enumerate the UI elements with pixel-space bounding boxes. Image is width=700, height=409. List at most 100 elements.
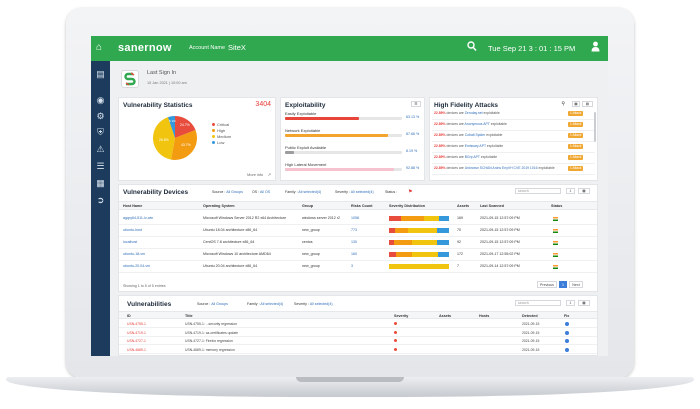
list-icon[interactable]: ☰ <box>95 161 106 172</box>
hfa-link[interactable]: Unknown SCHAN Archs EnyVH CVE 2019 1016 <box>465 166 539 170</box>
os-cell: CentOS 7.8 architecture x86_64 <box>203 240 255 244</box>
vuln-id-link[interactable]: USN-4719-1 <box>127 331 146 335</box>
device-filter[interactable]: OS : All OS <box>252 190 270 194</box>
devices-export-button[interactable]: ⇩ <box>566 188 575 194</box>
hfa-search-icon[interactable]: ⚲ <box>561 101 565 107</box>
status-flag-icon[interactable]: ⚑ <box>408 189 412 195</box>
fix-icon[interactable] <box>565 347 569 352</box>
column-header[interactable]: Status <box>551 204 562 208</box>
settings-icon[interactable]: ⚙ <box>95 111 106 122</box>
external-link-icon[interactable]: ↗ <box>268 172 271 177</box>
host-name-link[interactable]: localhost <box>123 240 137 244</box>
devices-panel: Vulnerability Devices Source : All Group… <box>118 184 598 292</box>
detected-cell: 2021-09-15 <box>522 339 540 343</box>
fix-icon[interactable] <box>565 339 569 343</box>
hfa-link[interactable]: Anonymous APT <box>465 122 491 126</box>
vuln-id-link[interactable]: USN-4755-1 <box>127 322 146 326</box>
hfa-link[interactable]: Cobalt Spider <box>465 133 487 137</box>
exploit-bar <box>285 168 402 171</box>
severity-segment <box>389 252 397 257</box>
account-name[interactable]: SiteX <box>228 43 246 52</box>
hfa-row: 22.89% devices are BGrp APT exploitable <box>434 155 584 162</box>
attack-tag[interactable]: 1 Attack <box>568 166 584 171</box>
view-toggle-button[interactable]: ☰ <box>411 101 421 107</box>
device-filter[interactable]: Severity : All selected(4) <box>335 190 374 194</box>
devices-search-input[interactable]: search <box>515 188 561 194</box>
hfa-scrollbar[interactable] <box>594 112 596 142</box>
report-icon[interactable]: ▦ <box>95 178 106 189</box>
column-header[interactable]: Group <box>302 204 313 208</box>
hfa-view-button[interactable]: ▦ <box>572 101 580 107</box>
vuln-filter[interactable]: Source : All Groups <box>197 302 228 306</box>
eye-icon[interactable]: ◉ <box>95 95 106 106</box>
vuln-filter[interactable]: Family : All selected(4) <box>247 302 283 306</box>
more-info-link[interactable]: More info <box>247 173 263 177</box>
fix-icon[interactable] <box>565 330 569 335</box>
risks-count-link[interactable]: 160 <box>351 252 357 256</box>
risks-count-link[interactable]: 3 <box>351 264 353 268</box>
column-header[interactable]: ID <box>127 314 131 318</box>
device-filter[interactable]: Family : All selected(4) <box>285 190 321 194</box>
column-header[interactable]: Last Scanned <box>480 204 504 208</box>
alert-icon[interactable]: ⚠ <box>95 144 106 155</box>
host-name-link[interactable]: ubuntu-18-vm <box>123 252 145 256</box>
vuln-id-link[interactable]: USN-4689-1 <box>127 348 146 352</box>
sitemap-icon[interactable]: ▤ <box>95 69 106 80</box>
next-page-button[interactable]: Next <box>569 281 583 288</box>
risks-count-link[interactable]: 130 <box>351 240 357 244</box>
device-filter[interactable]: Status : <box>385 190 397 194</box>
column-header[interactable]: Risks Count <box>351 204 373 208</box>
column-header[interactable]: Assets <box>439 314 451 318</box>
column-header[interactable]: Severity <box>394 314 408 318</box>
vuln-id-link[interactable]: USN-4727-1 <box>127 339 146 343</box>
hfa-link[interactable]: BGrp APT <box>465 155 481 159</box>
attack-tag[interactable]: 1 Attack <box>568 111 584 116</box>
logout-icon[interactable]: ➲ <box>95 195 106 206</box>
last-scanned-cell: 2021-09-15 12:57:09 PM <box>480 228 520 232</box>
attack-tag[interactable]: 1 Attack <box>568 144 584 149</box>
prev-page-button[interactable]: Previous <box>537 281 557 288</box>
vuln-filter[interactable]: Severity : All selected(4) <box>294 302 333 306</box>
column-header[interactable]: Severity Distribution <box>389 204 425 208</box>
column-header[interactable]: Operating System <box>203 204 235 208</box>
vuln-stats-total: 3404 <box>255 101 271 108</box>
host-name-link[interactable]: agqry64-511-lv-win <box>123 216 153 220</box>
risks-count-link[interactable]: 773 <box>351 228 357 232</box>
search-icon[interactable] <box>467 41 477 53</box>
home-icon[interactable]: ⌂ <box>96 42 102 53</box>
severity-segment <box>401 216 424 221</box>
vulns-search-input[interactable]: search <box>515 300 561 306</box>
column-header[interactable]: Title <box>185 314 193 318</box>
vulns-export-button[interactable]: ⇩ <box>566 300 575 306</box>
column-header[interactable]: Host Name <box>123 204 142 208</box>
vuln-pie-chart: 24.7% 43.7% 26.5% 5.1% <box>152 115 197 160</box>
hfa-tail: exploitable <box>480 155 498 159</box>
hfa-link[interactable]: Emissary APT <box>465 144 487 148</box>
exploit-pct: 63.13 % <box>406 115 420 119</box>
vuln-title-cell: USN-4755-1: ...security regression <box>185 322 238 326</box>
fix-icon[interactable] <box>565 322 569 326</box>
filter-label: Family : <box>285 190 299 194</box>
shield-icon[interactable]: ⛨ <box>95 127 106 138</box>
column-header[interactable]: Assets <box>457 204 469 208</box>
column-header[interactable]: Fix <box>564 314 569 318</box>
attack-tag[interactable]: 1 Attack <box>568 122 584 127</box>
attack-tag[interactable]: 1 Attack <box>568 155 584 160</box>
risks-count-link[interactable]: 1058 <box>351 216 359 220</box>
column-header[interactable]: Hosts <box>479 314 489 318</box>
hfa-grid-button[interactable]: ▤ <box>582 101 593 107</box>
vulns-columns-button[interactable]: ▦ <box>578 300 590 306</box>
column-header[interactable]: Detected <box>522 314 538 318</box>
user-icon[interactable] <box>591 41 600 54</box>
exploitability-panel: Exploitability ☰ Easily Exploitable 63.13… <box>280 97 425 181</box>
hfa-link[interactable]: Zeroday.net <box>465 111 484 115</box>
host-name-link[interactable]: ubuntu-20.04-vm <box>123 264 150 268</box>
host-name-link[interactable]: ubuntu-host <box>123 228 142 232</box>
page-1-button[interactable]: 1 <box>559 281 567 288</box>
vuln-stats-panel: Vulnerability Statistics 3404 24.7% 43.7… <box>118 97 276 181</box>
devices-columns-button[interactable]: ▦ <box>578 188 590 194</box>
attack-tag[interactable]: 1 Attack <box>568 133 584 138</box>
last-scanned-cell: 2021-09-14 12:57:09 PM <box>480 264 520 268</box>
device-filter[interactable]: Source : All Groups <box>212 190 243 194</box>
filter-value: All OS <box>260 190 271 194</box>
